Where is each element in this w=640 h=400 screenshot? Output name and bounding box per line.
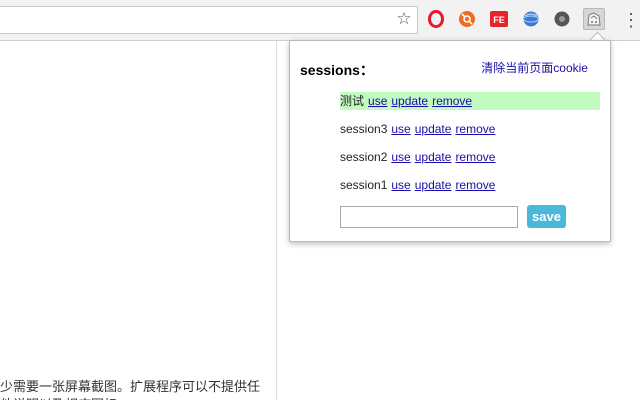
session-use-link[interactable]: use bbox=[391, 122, 410, 136]
session-row: 测试 use update remove bbox=[340, 92, 600, 110]
new-session-name-input[interactable] bbox=[340, 206, 518, 228]
session-remove-link[interactable]: remove bbox=[432, 94, 472, 108]
orange-sync-icon[interactable] bbox=[458, 10, 476, 28]
bookmark-star-icon[interactable]: ☆ bbox=[395, 9, 413, 29]
session-remove-link[interactable]: remove bbox=[455, 122, 495, 136]
session-row: session1 use update remove bbox=[340, 176, 600, 194]
dark-gear-icon[interactable] bbox=[553, 10, 571, 28]
page-divider bbox=[276, 41, 277, 400]
browser-toolbar: ☆ FE ⋮ bbox=[0, 0, 640, 41]
session-update-link[interactable]: update bbox=[415, 178, 452, 192]
session-name: session3 bbox=[340, 122, 388, 136]
svg-text:FE: FE bbox=[493, 15, 505, 25]
session-row: session2 use update remove bbox=[340, 148, 600, 166]
session-remove-link[interactable]: remove bbox=[455, 178, 495, 192]
page-description-text: 少需要一张屏幕截图。扩展程序可以不提供任 bbox=[0, 379, 261, 394]
session-use-link[interactable]: use bbox=[391, 178, 410, 192]
cookie-sessions-popup: sessions： 清除当前页面cookie 测试 use update remove… bbox=[289, 40, 611, 242]
globe-icon[interactable] bbox=[522, 10, 540, 28]
session-use-link[interactable]: use bbox=[391, 150, 410, 164]
session-remove-link[interactable]: remove bbox=[455, 150, 495, 164]
browser-menu-icon[interactable]: ⋮ bbox=[622, 10, 640, 30]
session-row: session3 use update remove bbox=[340, 120, 600, 138]
opera-o-icon[interactable] bbox=[427, 10, 445, 28]
session-update-link[interactable]: update bbox=[415, 122, 452, 136]
clear-page-cookie-link[interactable]: 清除当前页面cookie bbox=[481, 59, 588, 76]
save-button[interactable]: save bbox=[527, 205, 566, 228]
session-name: session2 bbox=[340, 150, 388, 164]
session-update-link[interactable]: update bbox=[415, 150, 452, 164]
session-name: 测试 bbox=[340, 94, 365, 108]
session-name: session1 bbox=[340, 178, 388, 192]
session-update-link[interactable]: update bbox=[391, 94, 428, 108]
page-description-text-2: 他说明以及相应图标 bbox=[0, 396, 276, 400]
cookie-manager-icon[interactable] bbox=[583, 8, 605, 30]
session-use-link[interactable]: use bbox=[368, 94, 387, 108]
fe-helper-icon[interactable]: FE bbox=[490, 10, 508, 28]
address-bar[interactable] bbox=[0, 6, 418, 34]
sessions-title: sessions： bbox=[300, 62, 374, 78]
